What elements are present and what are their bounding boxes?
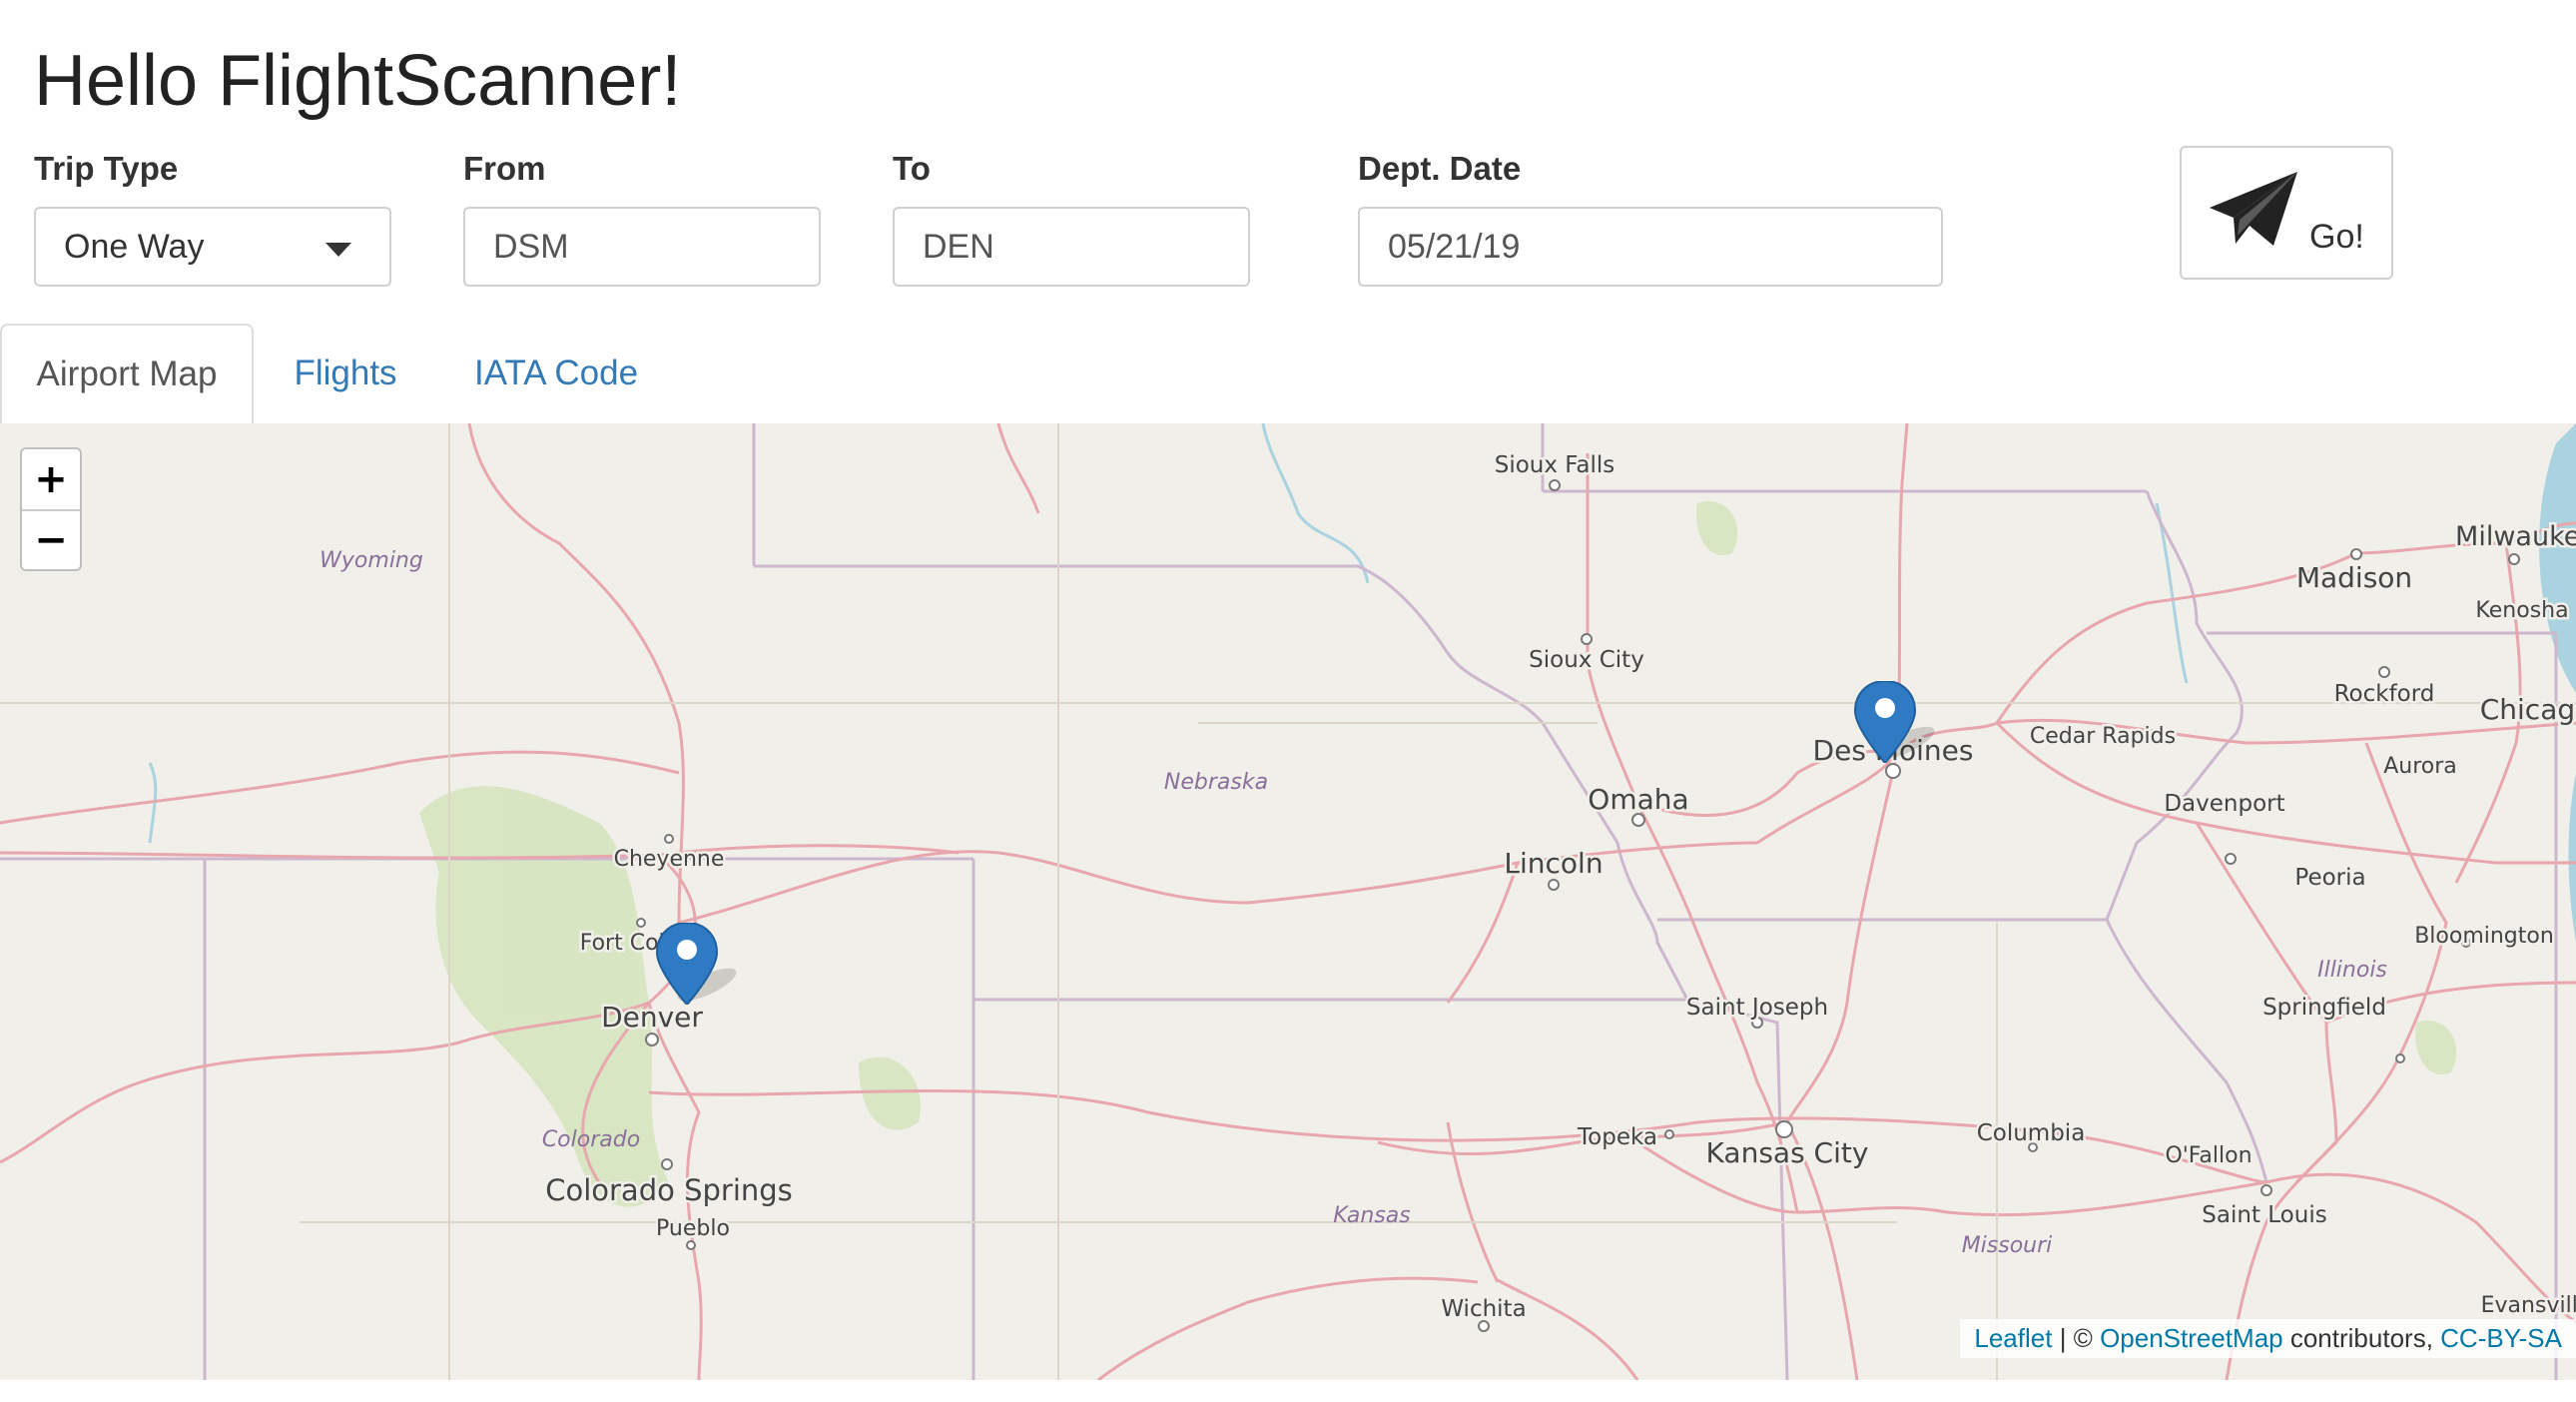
dept-date-value: 05/21/19 — [1388, 227, 1521, 266]
tab-flights[interactable]: Flights — [266, 324, 425, 423]
city-label-bloomington: Bloomington — [2414, 924, 2554, 949]
to-value: DEN — [923, 227, 994, 266]
openstreetmap-link[interactable]: OpenStreetMap — [2100, 1323, 2283, 1353]
city-label-milwaukee: Milwaukee — [2455, 521, 2576, 552]
tab-bar: Airport Map Flights IATA Code — [0, 324, 2576, 425]
city-label-cheyenne: Cheyenne — [614, 847, 725, 872]
attribution-separator: | © — [2052, 1323, 2101, 1353]
trip-type-select[interactable]: One Way — [34, 207, 391, 287]
from-label: From — [463, 150, 546, 187]
zoom-out-button[interactable]: − — [22, 510, 80, 570]
caret-down-icon — [325, 243, 351, 257]
city-label-ofallon: O'Fallon — [2165, 1143, 2252, 1168]
city-label-omaha: Omaha — [1588, 783, 1688, 816]
city-label-kansas-city: Kansas City — [1706, 1136, 1869, 1169]
city-label-cedar-rapids: Cedar Rapids — [2030, 724, 2176, 749]
city-label-evansville: Evansville — [2481, 1293, 2576, 1318]
city-label-columbia: Columbia — [1977, 1120, 2086, 1146]
trip-type-value: One Way — [64, 227, 205, 266]
to-input[interactable]: DEN — [893, 207, 1250, 287]
cc-by-sa-link[interactable]: CC-BY-SA — [2440, 1323, 2562, 1353]
city-label-madison: Madison — [2296, 561, 2412, 594]
zoom-control: + − — [20, 447, 82, 571]
tab-airport-map[interactable]: Airport Map — [0, 324, 254, 425]
trip-type-label: Trip Type — [34, 150, 179, 187]
map-attribution: Leaflet | © OpenStreetMap contributors, … — [1960, 1319, 2576, 1358]
city-label-denver: Denver — [601, 1001, 703, 1034]
city-label-sioux-falls: Sioux Falls — [1495, 452, 1615, 478]
city-label-peoria: Peoria — [2294, 865, 2365, 891]
leaflet-link[interactable]: Leaflet — [1974, 1323, 2052, 1353]
city-label-kenosha: Kenosha — [2475, 598, 2568, 623]
airport-map[interactable]: Wyoming Nebraska Colorado Kansas Illinoi… — [0, 423, 2576, 1380]
dept-date-label: Dept. Date — [1358, 150, 1522, 187]
map-marker-dsm[interactable] — [1853, 681, 1943, 763]
page-title: Hello FlightScanner! — [34, 41, 682, 121]
city-label-rockford: Rockford — [2334, 681, 2435, 707]
city-label-springfield: Springfield — [2262, 995, 2386, 1021]
attribution-contributors: contributors, — [2282, 1323, 2441, 1353]
state-label-missouri: Missouri — [1962, 1233, 2053, 1258]
city-label-sioux-city: Sioux City — [1529, 647, 1644, 673]
map-tiles: Wyoming Nebraska Colorado Kansas Illinoi… — [0, 423, 2576, 1380]
go-label: Go! — [2309, 218, 2364, 256]
zoom-in-button[interactable]: + — [22, 449, 80, 511]
city-label-cedar-rapids-text: Cedar Rapids — [2030, 724, 2176, 749]
city-label-topeka: Topeka — [1577, 1124, 1657, 1150]
tab-iata-code[interactable]: IATA Code — [453, 324, 659, 423]
state-label-illinois: Illinois — [2317, 958, 2387, 983]
city-label-wichita: Wichita — [1441, 1296, 1526, 1322]
go-button[interactable]: Go! — [2180, 146, 2393, 280]
to-label: To — [893, 150, 931, 187]
city-label-davenport: Davenport — [2164, 791, 2284, 817]
city-label-saint-joseph: Saint Joseph — [1686, 995, 1828, 1021]
city-label-lincoln: Lincoln — [1504, 847, 1603, 880]
city-label-pueblo: Pueblo — [656, 1216, 730, 1241]
state-label-colorado: Colorado — [542, 1127, 640, 1152]
city-label-chicago: Chicago — [2480, 693, 2576, 726]
paper-plane-icon — [2210, 172, 2297, 246]
city-label-colorado-springs: Colorado Springs — [545, 1173, 793, 1207]
city-label-aurora: Aurora — [2383, 754, 2457, 779]
map-marker-den[interactable] — [655, 923, 745, 1005]
city-label-saint-louis: Saint Louis — [2202, 1202, 2326, 1228]
state-label-nebraska: Nebraska — [1164, 770, 1268, 795]
state-label-kansas: Kansas — [1333, 1203, 1410, 1228]
from-input[interactable]: DSM — [463, 207, 821, 287]
state-label-wyoming: Wyoming — [320, 548, 423, 573]
from-value: DSM — [493, 227, 569, 266]
dept-date-input[interactable]: 05/21/19 — [1358, 207, 1943, 287]
